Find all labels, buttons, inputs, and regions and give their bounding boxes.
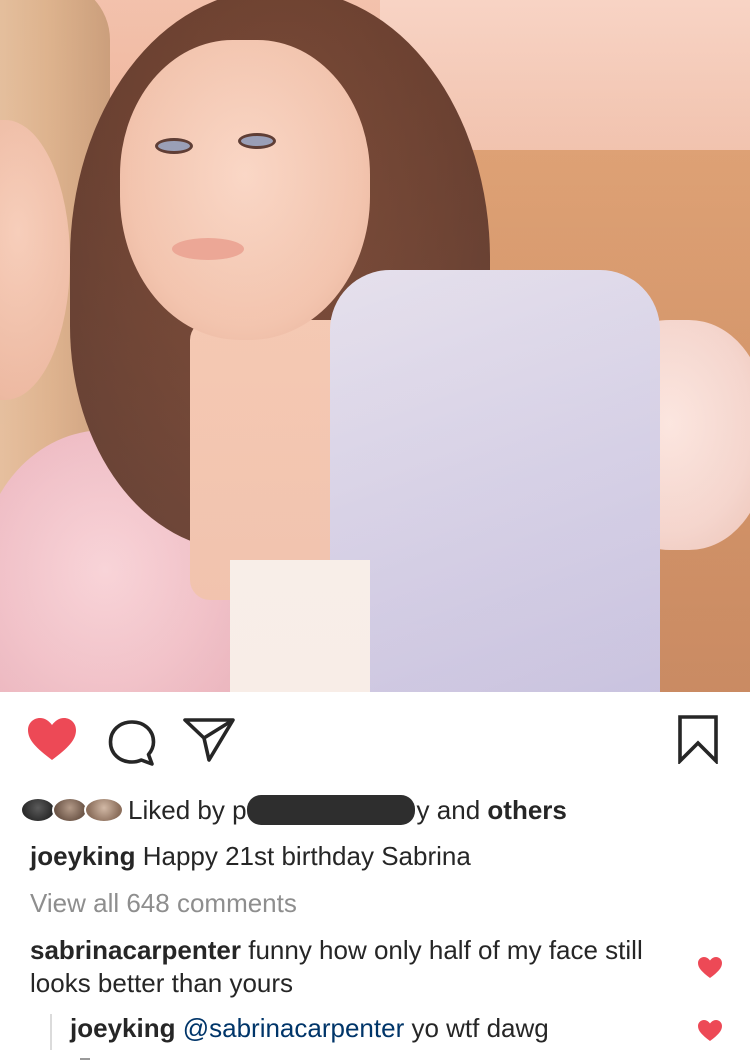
comment-username[interactable]: sabrinacarpenter (30, 935, 241, 965)
bookmark-icon[interactable] (676, 714, 720, 764)
redacted-last-char: y (416, 794, 430, 825)
view-all-comments-link[interactable]: View all 648 comments (30, 888, 297, 919)
post-caption: joeyking Happy 21st birthday Sabrina (30, 841, 471, 872)
caption-text: Happy 21st birthday Sabrina (142, 841, 471, 871)
liked-by-label: Liked by (128, 794, 225, 825)
caption-username[interactable]: joeyking (30, 841, 135, 871)
post-action-bar (0, 692, 750, 788)
share-icon[interactable] (182, 716, 236, 764)
and-label: and (436, 794, 481, 825)
reply-mention[interactable]: @sabrinacarpenter (183, 1013, 405, 1043)
reply-comment: joeyking @sabrinacarpenter yo wtf dawg (70, 1013, 549, 1044)
next-comment-edge (80, 1058, 90, 1064)
avatar (20, 797, 56, 823)
redacted-first-char: p (232, 794, 247, 825)
liker-avatars (20, 795, 128, 825)
post-photo[interactable] (0, 0, 750, 692)
comment-like-heart-icon[interactable] (697, 956, 723, 979)
heart-icon[interactable] (26, 716, 78, 762)
reply-username[interactable]: joeyking (70, 1013, 175, 1043)
likes-summary[interactable]: Liked by p y and others (20, 792, 567, 828)
comment: sabrinacarpenter funny how only half of … (30, 934, 680, 1000)
redacted-username (246, 795, 415, 825)
photo-tint-overlay (0, 0, 750, 692)
comment-icon[interactable] (106, 718, 158, 768)
likes-text: Liked by p y and others (128, 795, 567, 826)
reply-thread-line (50, 1014, 52, 1050)
reply-like-heart-icon[interactable] (697, 1019, 723, 1042)
avatar (84, 797, 124, 823)
reply-text: yo wtf dawg (411, 1013, 549, 1043)
others-link[interactable]: others (487, 795, 566, 826)
avatar (52, 797, 88, 823)
